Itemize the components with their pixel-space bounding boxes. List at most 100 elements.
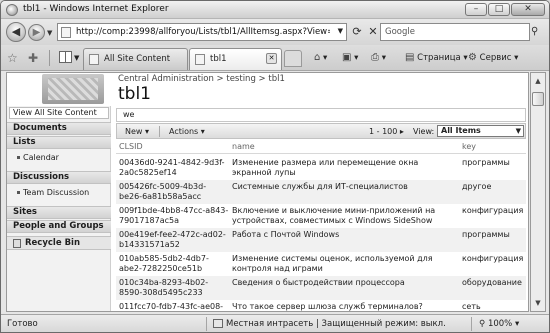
page-icon [61,27,71,38]
column-header-name[interactable]: name [232,142,457,151]
nav-item-calendar[interactable]: Calendar [7,151,111,164]
tab-all-site-content[interactable]: All Site Content [83,48,188,70]
separator [206,317,207,331]
tab-list-dropdown-icon[interactable]: ▼ [74,54,79,62]
actions-menu-label: Actions [169,127,199,136]
ie-logo-icon [6,4,18,16]
tab-label: tbl1 [210,54,227,64]
page-content: Central Administration > testing > tbl1 … [6,72,529,312]
table-row[interactable]: 00436d0-9241-4842-9d3f-2a0c5825ef14 Изме… [116,156,526,180]
table-row[interactable]: 00e419ef-fee2-472c-ad02-b14331571a52 Раб… [116,228,526,252]
table-row[interactable]: 005426fc-5009-4b3d-be26-6a81b58a5acc Сис… [116,180,526,204]
search-icon[interactable]: ⚲ [531,26,538,37]
address-bar[interactable]: http://comp:23998/allforyou/Lists/tbl1/A… [57,23,347,41]
cell-name[interactable]: Системные службы для ИТ-специалистов [232,182,457,192]
recent-pages-dropdown-icon[interactable]: ▼ [47,29,52,37]
gear-icon: ⚙ [468,52,477,63]
print-icon: ⎙ [371,52,379,63]
forward-button[interactable]: ▶ [28,24,45,41]
chevron-down-icon: ▼ [515,127,521,135]
tab-tbl1[interactable]: tbl1 ✕ [189,48,282,70]
bullet-icon [17,156,20,159]
table-row[interactable]: 010c34ba-8293-4b02-8590-308d5495c233 Све… [116,276,526,300]
separator [49,50,50,66]
table-row[interactable]: 010ab585-5db2-4db7-abe2-7282250ce51b Изм… [116,252,526,276]
tools-menu-label: Сервис [479,53,512,63]
window-controls: – □ ✕ [465,3,545,16]
list-description: we [116,108,526,122]
table-row[interactable]: 009f1bde-4bb8-47cc-a843-79017187ac5a Вкл… [116,204,526,228]
address-dropdown-icon[interactable]: ▼ [338,27,343,35]
rss-feed-icon: ▣ [342,52,352,63]
list-header: CLSID name key [116,142,526,154]
feeds-button[interactable]: ▣ ▾ [342,50,358,66]
zoom-control[interactable]: ⚲ 100% ▾ [479,319,519,329]
vertical-scrollbar[interactable]: ▲ ▼ [530,72,546,312]
nav-item-team-discussion[interactable]: Team Discussion [7,186,111,199]
paging[interactable]: 1 - 100 ▸ [365,125,408,138]
refresh-icon[interactable]: ⟳ [350,24,364,39]
home-button[interactable]: ⌂ ▾ [314,50,327,66]
recycle-bin-icon [13,239,21,248]
scroll-down-icon[interactable]: ▼ [532,297,544,309]
cell-clsid: 005426fc-5009-4b3d-be26-6a81b58a5acc [119,182,207,201]
page-menu[interactable]: ▤ Страница ▾ [405,50,468,66]
site-logo [42,74,104,104]
scroll-up-icon[interactable]: ▲ [532,75,544,87]
new-tab-button[interactable] [284,50,302,67]
zoom-level: 100% [487,319,513,329]
cell-key: другое [462,182,492,191]
tab-row: ☆ ✚ ▼ All Site Content tbl1 ✕ ⌂ ▾ ▣ ▾ ⎙ … [1,45,549,71]
cell-name[interactable]: Включение и выключение мини-приложений н… [232,206,457,226]
cell-name[interactable]: Сведения о быстродействии процессора [232,278,457,288]
cell-name[interactable]: Что такое сервер шлюза служб терминалов? [232,302,457,311]
new-menu[interactable]: New ▾ [121,125,153,138]
stop-icon[interactable]: ✕ [366,24,380,39]
column-header-key[interactable]: key [462,142,526,151]
intranet-zone-icon [213,319,223,328]
table-row[interactable]: 011fcc70-fdb7-43fc-ae08- Что такое серве… [116,300,526,311]
favorites-star-icon[interactable]: ☆ [7,51,18,65]
search-input[interactable]: Google [385,27,415,37]
cell-name[interactable]: Изменение размера или перемещение окна э… [232,158,457,178]
view-all-site-content-link[interactable]: View All Site Content [9,107,109,119]
actions-menu[interactable]: Actions ▾ [165,125,209,138]
add-favorites-icon[interactable]: ✚ [28,51,38,65]
page-title: tbl1 [118,84,151,104]
cell-name[interactable]: Изменение системы оценок, используемой д… [232,254,457,274]
home-icon: ⌂ [314,52,321,63]
cell-clsid: 00e419ef-fee2-472c-ad02-b14331571a52 [119,230,226,249]
nav-item-label: Team Discussion [23,188,90,197]
paging-label: 1 - 100 [369,127,398,136]
scroll-thumb[interactable] [532,92,544,106]
nav-heading-people-groups[interactable]: People and Groups [7,220,111,233]
tools-menu[interactable]: ⚙ Сервис ▾ [468,50,518,66]
security-zone[interactable]: Местная интрасеть | Защищенный режим: вы… [213,319,446,329]
print-button[interactable]: ⎙ ▾ [371,50,386,66]
cell-clsid: 010ab585-5db2-4db7-abe2-7282250ce51b [119,254,209,273]
cell-name[interactable]: Работа с Почтой Windows [232,230,457,240]
maximize-button[interactable]: □ [488,3,510,16]
close-tab-icon[interactable]: ✕ [266,53,277,64]
column-header-clsid[interactable]: CLSID [119,142,229,151]
address-input[interactable]: http://comp:23998/allforyou/Lists/tbl1/A… [76,27,330,37]
page-icon [89,54,99,65]
recycle-bin-link[interactable]: Recycle Bin [7,236,111,250]
close-button[interactable]: ✕ [511,3,545,16]
nav-heading-sites[interactable]: Sites [7,206,111,219]
minimize-button[interactable]: – [465,3,487,16]
cell-key: конфигурация [462,254,524,263]
nav-heading-documents[interactable]: Documents [7,122,111,135]
new-menu-label: New [125,127,143,136]
next-page-icon[interactable]: ▸ [400,127,404,136]
nav-heading-lists[interactable]: Lists [7,136,111,149]
nav-heading-discussions[interactable]: Discussions [7,171,111,184]
quick-tabs-icon[interactable] [59,51,72,63]
list-toolbar: New ▾ Actions ▾ 1 - 100 ▸ View: All Item… [116,123,526,139]
view-selector[interactable]: All Items ▼ [437,125,524,137]
page-menu-label: Страница [417,53,461,63]
search-box[interactable]: Google [380,23,530,41]
window-title: tbl1 - Windows Internet Explorer [23,4,169,14]
breadcrumb[interactable]: Central Administration > testing > tbl1 [118,74,285,84]
back-button[interactable]: ◀ [6,22,26,42]
